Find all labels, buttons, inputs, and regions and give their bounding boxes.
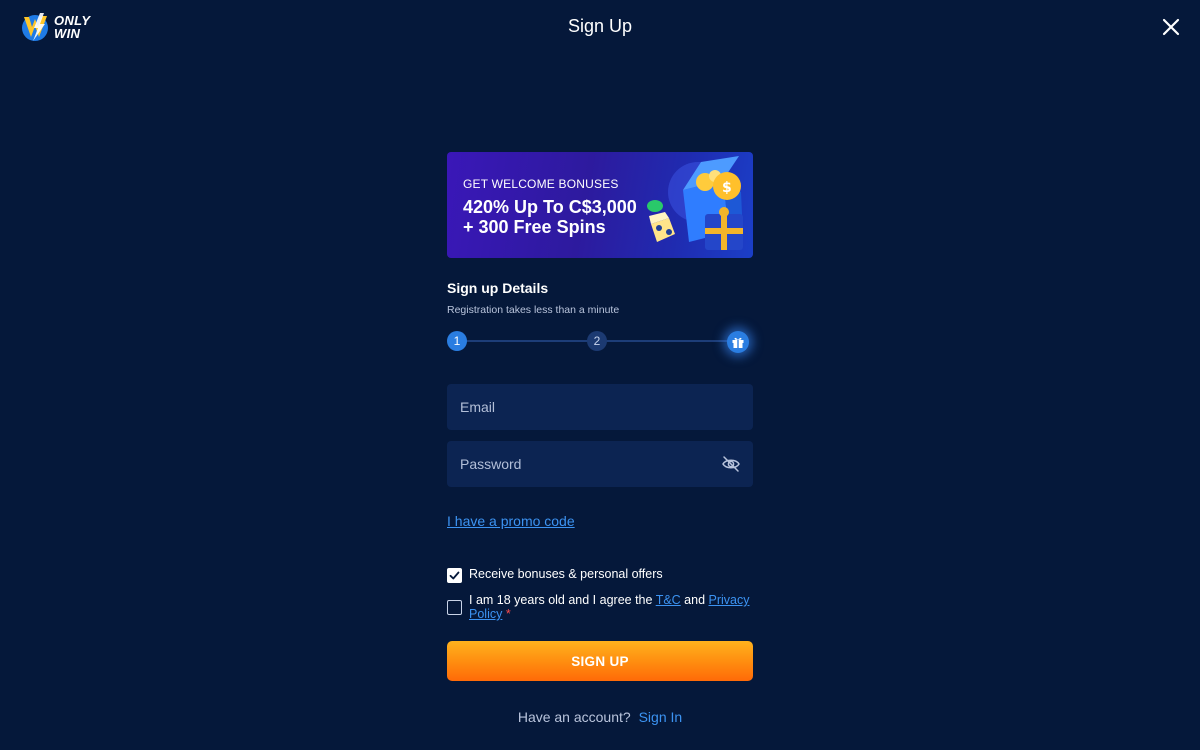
age-agreement-checkbox[interactable]: [447, 600, 462, 615]
gift-icon: [732, 337, 744, 348]
close-icon[interactable]: [1160, 16, 1182, 38]
age-agreement-label: I am 18 years old and I agree the T&C an…: [469, 593, 753, 621]
details-subtitle: Registration takes less than a minute: [447, 304, 620, 316]
treasure-gift-illustration-icon: $: [647, 156, 743, 250]
page-title: Sign Up: [567, 16, 633, 36]
sign-in-link[interactable]: Sign In: [639, 709, 683, 725]
banner-headline-line-1: 420% Up To C$3,000: [463, 197, 637, 217]
bonus-offers-row: Receive bonuses & personal offers: [447, 567, 753, 583]
promo-code-link[interactable]: I have a promo code: [447, 513, 575, 529]
email-field-container: [447, 384, 753, 430]
have-account-text: Have an account?: [517, 709, 631, 725]
welcome-bonus-banner[interactable]: GET WELCOME BONUSES 420% Up To C$3,000 +…: [447, 152, 753, 258]
signup-panel: GET WELCOME BONUSES 420% Up To C$3,000 +…: [447, 152, 753, 725]
terms-link[interactable]: T&C: [656, 593, 681, 607]
banner-headline-line-2: + 300 Free Spins: [463, 217, 606, 237]
banner-kicker: GET WELCOME BONUSES: [463, 177, 619, 191]
banner-headline: 420% Up To C$3,000 + 300 Free Spins: [463, 197, 637, 237]
step-gift-indicator: [727, 331, 749, 353]
top-bar: ONLY WIN Sign Up: [0, 0, 1200, 54]
eye-off-icon[interactable]: [721, 454, 741, 474]
details-title: Sign up Details: [447, 280, 549, 296]
step-1-indicator: 1: [447, 331, 467, 351]
svg-text:$: $: [722, 180, 732, 196]
step-2-indicator: 2: [587, 331, 607, 351]
registration-stepper: 1 2: [447, 330, 753, 353]
sign-up-button[interactable]: SIGN UP: [447, 641, 753, 681]
have-account-row: Have an account? Sign In: [447, 709, 753, 725]
agree-and-text: and: [680, 593, 709, 607]
checkmark-icon: [449, 571, 460, 580]
password-input[interactable]: [447, 441, 753, 487]
email-input[interactable]: [447, 384, 753, 430]
bonus-offers-label: Receive bonuses & personal offers: [469, 567, 663, 581]
required-asterisk: *: [505, 607, 511, 621]
agree-prefix-text: I am 18 years old and I agree the: [469, 593, 656, 607]
bonus-offers-checkbox[interactable]: [447, 568, 462, 583]
age-agreement-row: I am 18 years old and I agree the T&C an…: [447, 593, 753, 621]
password-field-container: [447, 441, 753, 487]
